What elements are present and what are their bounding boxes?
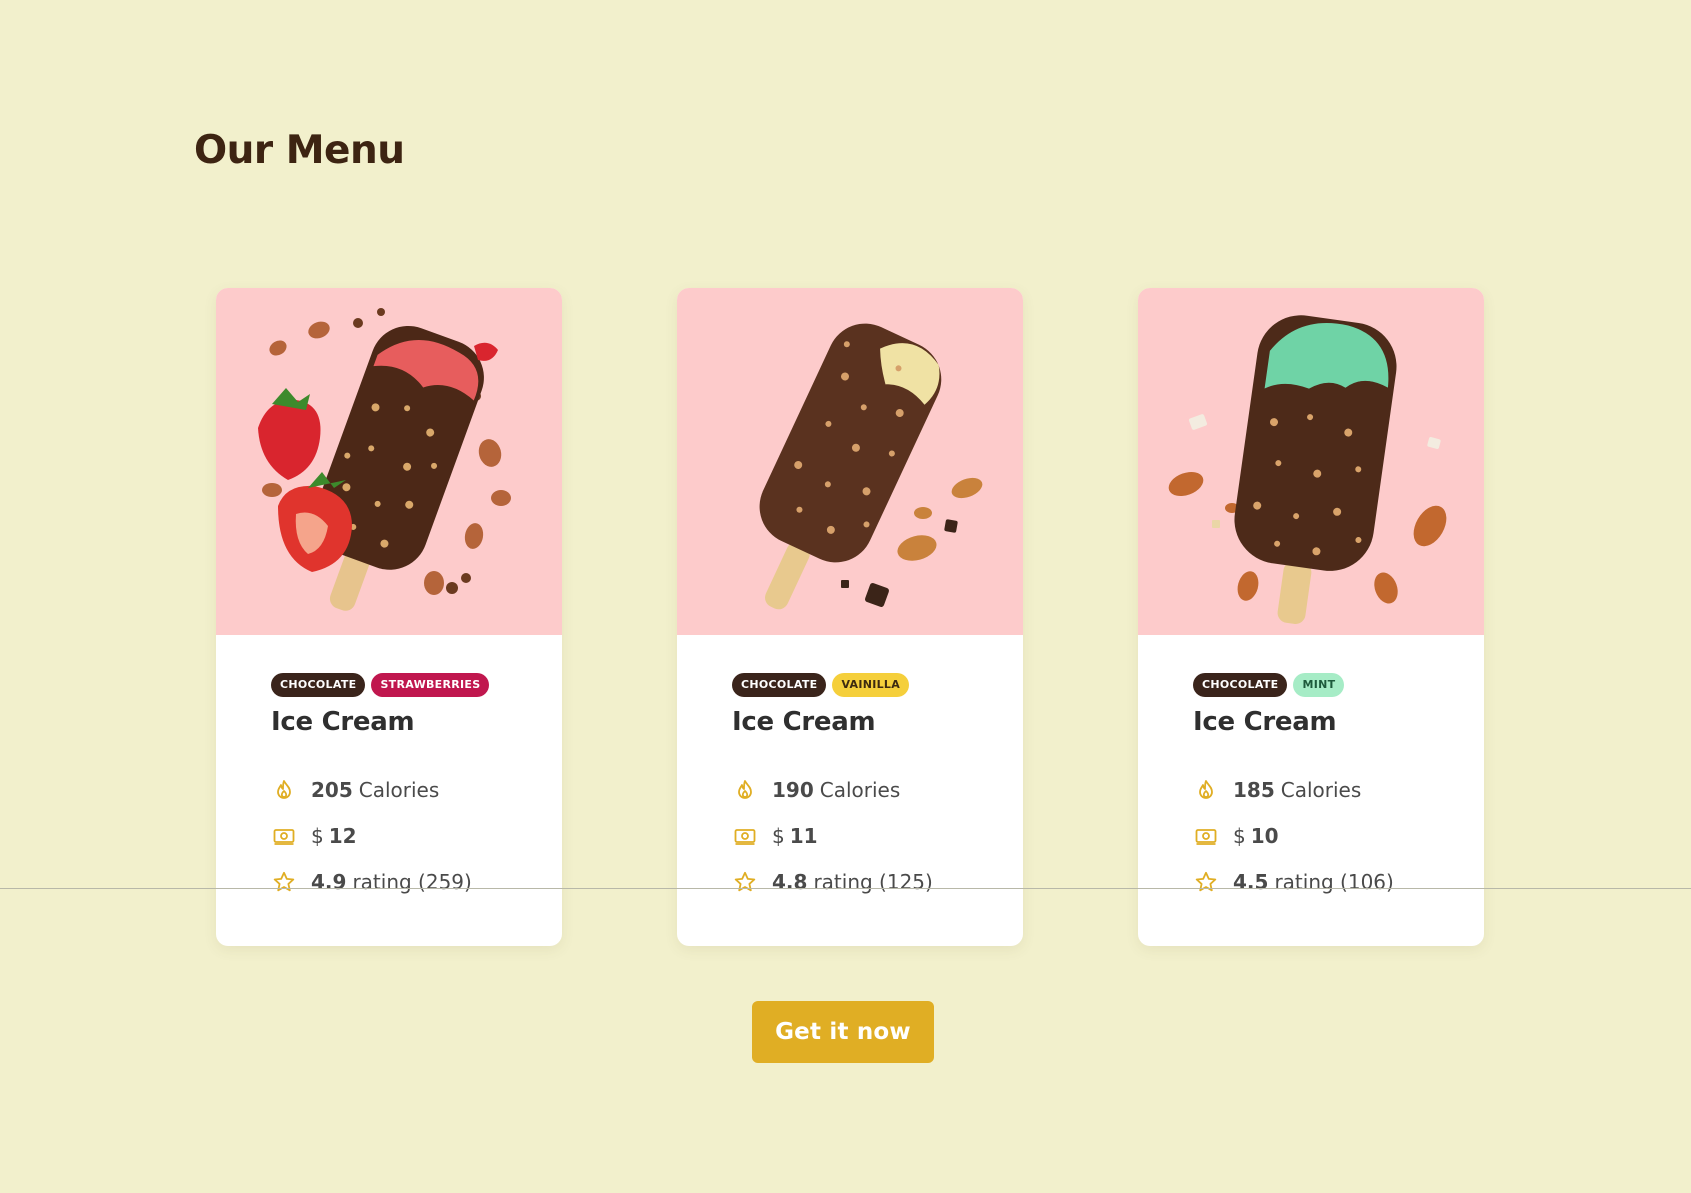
product-name: Ice Cream <box>732 707 876 737</box>
flavor-tags: CHOCOLATE VAINILLA <box>732 673 1003 697</box>
product-image-vanilla <box>677 288 1023 635</box>
rating-row: 4.9 rating (259) <box>271 859 542 905</box>
star-icon <box>271 869 297 895</box>
calories-label: Calories <box>1280 778 1362 802</box>
price-value: 11 <box>789 824 818 848</box>
tag-chocolate: CHOCOLATE <box>732 673 827 697</box>
product-image-mint <box>1138 288 1484 635</box>
tag-chocolate: CHOCOLATE <box>271 673 366 697</box>
rating-value: 4.5 <box>1233 870 1269 894</box>
rating-label: rating (106) <box>1274 870 1394 894</box>
flavor-tags: CHOCOLATE STRAWBERRIES <box>271 673 542 697</box>
tag-strawberries: STRAWBERRIES <box>371 673 490 697</box>
currency-symbol: $ <box>1233 824 1246 848</box>
price-row: $ 10 <box>1193 813 1464 859</box>
product-name: Ice Cream <box>1193 707 1337 737</box>
star-icon <box>1193 869 1219 895</box>
rating-label: rating (125) <box>813 870 933 894</box>
product-image-strawberry <box>216 288 562 635</box>
rating-value: 4.8 <box>772 870 808 894</box>
page-title: Our Menu <box>194 128 405 173</box>
rating-row: 4.5 rating (106) <box>1193 859 1464 905</box>
rating-row: 4.8 rating (125) <box>732 859 1003 905</box>
get-it-now-button[interactable]: Get it now <box>752 1001 934 1063</box>
menu-card[interactable]: CHOCOLATE VAINILLA Ice Cream 190 Calorie… <box>677 288 1023 946</box>
calories-row: 205 Calories <box>271 767 542 813</box>
tag-vainilla: VAINILLA <box>832 673 910 697</box>
price-value: 10 <box>1250 824 1279 848</box>
flame-icon <box>1193 777 1219 803</box>
calories-value: 185 <box>1233 778 1275 802</box>
horizontal-guide-line <box>0 888 1691 889</box>
price-value: 12 <box>328 824 357 848</box>
flame-icon <box>271 777 297 803</box>
rating-label: rating (259) <box>352 870 472 894</box>
product-name: Ice Cream <box>271 707 415 737</box>
calories-label: Calories <box>819 778 901 802</box>
flame-icon <box>732 777 758 803</box>
calories-row: 185 Calories <box>1193 767 1464 813</box>
cash-icon <box>732 823 758 849</box>
menu-card[interactable]: CHOCOLATE MINT Ice Cream 185 Calories $ <box>1138 288 1484 946</box>
price-row: $ 12 <box>271 813 542 859</box>
currency-symbol: $ <box>772 824 785 848</box>
calories-value: 205 <box>311 778 353 802</box>
calories-value: 190 <box>772 778 814 802</box>
price-row: $ 11 <box>732 813 1003 859</box>
cash-icon <box>1193 823 1219 849</box>
currency-symbol: $ <box>311 824 324 848</box>
tag-mint: MINT <box>1293 673 1345 697</box>
calories-label: Calories <box>358 778 440 802</box>
cash-icon <box>271 823 297 849</box>
tag-chocolate: CHOCOLATE <box>1193 673 1288 697</box>
calories-row: 190 Calories <box>732 767 1003 813</box>
menu-card[interactable]: CHOCOLATE STRAWBERRIES Ice Cream 205 Cal… <box>216 288 562 946</box>
flavor-tags: CHOCOLATE MINT <box>1193 673 1464 697</box>
rating-value: 4.9 <box>311 870 347 894</box>
star-icon <box>732 869 758 895</box>
